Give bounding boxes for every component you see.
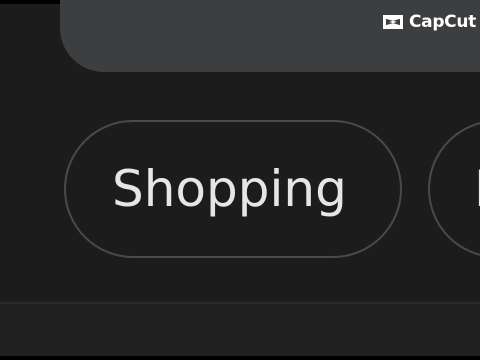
capcut-logo-icon (382, 15, 403, 29)
letterbox-bottom (0, 356, 480, 360)
watermark: CapCut (381, 11, 476, 33)
chip-label: Shopping (112, 160, 347, 218)
filter-chip-next[interactable]: F (428, 120, 480, 258)
filter-chip-shopping[interactable]: Shopping (64, 120, 402, 258)
watermark-text: CapCut (408, 12, 476, 32)
bottom-bar (0, 302, 480, 358)
chip-label: F (474, 160, 480, 218)
app-screen: Shopping F CapCut (0, 0, 480, 360)
